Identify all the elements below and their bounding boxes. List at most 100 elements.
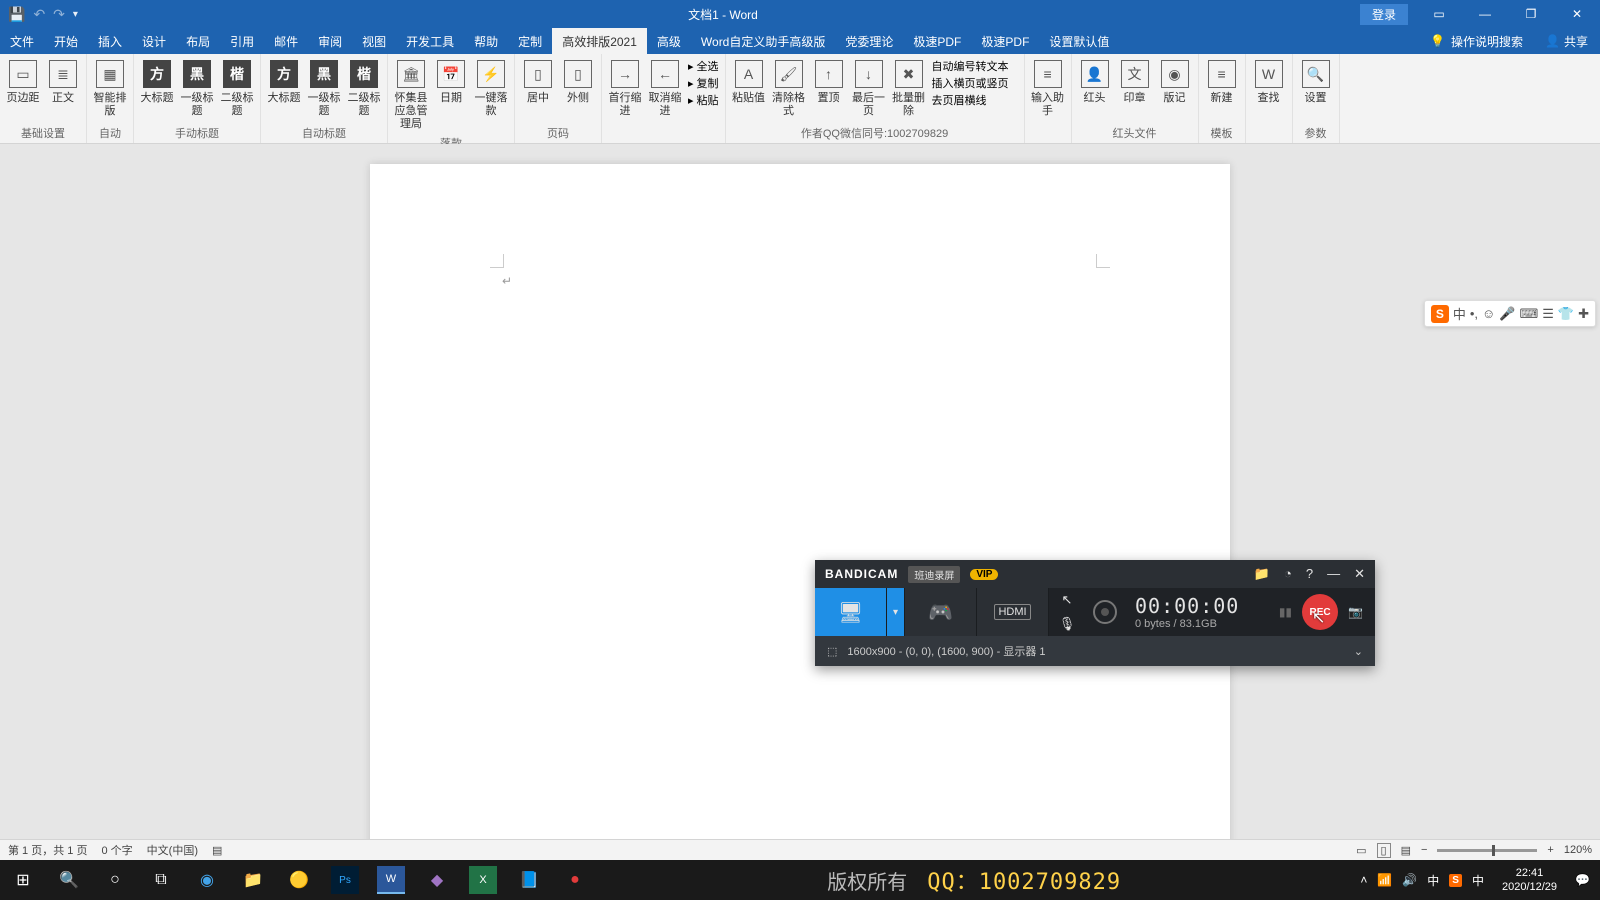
sogou-icon[interactable]: S bbox=[1431, 305, 1449, 323]
page-indicator[interactable]: 第 1 页，共 1 页 bbox=[8, 842, 87, 858]
ribbon-页边距[interactable]: ▭页边距 bbox=[4, 56, 42, 107]
ime-punct-icon[interactable]: •, bbox=[1470, 306, 1478, 321]
tab-18[interactable]: 设置默认值 bbox=[1039, 28, 1119, 54]
language-indicator[interactable]: 中文(中国) bbox=[147, 842, 198, 858]
bandicam-minimize-icon[interactable]: — bbox=[1327, 566, 1340, 582]
wifi-icon[interactable]: 📶 bbox=[1377, 873, 1392, 887]
mic-toggle-icon[interactable]: 🎙 bbox=[1059, 616, 1076, 632]
notifications-icon[interactable]: 💬 bbox=[1575, 873, 1590, 887]
ribbon-设置[interactable]: 🔍设置 bbox=[1297, 56, 1335, 107]
close-icon[interactable]: ✕ bbox=[1554, 0, 1600, 28]
cursor-toggle-icon[interactable]: ↖ bbox=[1062, 592, 1073, 608]
notepad-icon[interactable]: 📘 bbox=[506, 860, 552, 900]
ribbon-正文[interactable]: ≣正文 bbox=[44, 56, 82, 107]
ime-emoji-icon[interactable]: ☺ bbox=[1482, 306, 1495, 321]
ribbon-清除格式[interactable]: 🖌清除格式 bbox=[770, 56, 808, 120]
maximize-icon[interactable]: ❐ bbox=[1508, 0, 1554, 28]
excel-icon[interactable]: X bbox=[469, 866, 497, 894]
ribbon-置顶[interactable]: ↑置顶 bbox=[810, 56, 848, 107]
tell-me-search[interactable]: 💡 操作说明搜索 bbox=[1420, 28, 1533, 54]
ribbon-一级标题[interactable]: 黑一级标题 bbox=[178, 56, 216, 120]
tab-6[interactable]: 邮件 bbox=[264, 28, 308, 54]
ribbon-大标题[interactable]: 方大标题 bbox=[138, 56, 176, 107]
ime-skin-icon[interactable]: 👕 bbox=[1558, 306, 1574, 322]
ribbon-extra-自动编号转文本[interactable]: 自动编号转文本 bbox=[932, 58, 1018, 74]
redo-icon[interactable]: ↷ bbox=[53, 6, 65, 23]
ribbon-查找[interactable]: W查找 bbox=[1250, 56, 1288, 107]
ribbon-输入助手[interactable]: ≡输入助手 bbox=[1029, 56, 1067, 120]
read-mode-icon[interactable]: ▭ bbox=[1356, 844, 1366, 857]
ribbon-大标题[interactable]: 方大标题 bbox=[265, 56, 303, 107]
tab-10[interactable]: 帮助 bbox=[464, 28, 508, 54]
ribbon-版记[interactable]: ◉版记 bbox=[1156, 56, 1194, 107]
clock[interactable]: 22:41 2020/12/29 bbox=[1494, 866, 1565, 894]
tab-17[interactable]: 极速PDF bbox=[971, 28, 1039, 54]
ribbon-取消缩进[interactable]: ←取消缩进 bbox=[646, 56, 684, 120]
zoom-in-icon[interactable]: + bbox=[1547, 844, 1553, 856]
tab-2[interactable]: 插入 bbox=[88, 28, 132, 54]
share-button[interactable]: 👤共享 bbox=[1533, 28, 1600, 54]
ribbon-small-粘贴[interactable]: ▸粘贴 bbox=[688, 92, 719, 108]
tab-13[interactable]: 高级 bbox=[647, 28, 691, 54]
mode-screen-dropdown[interactable]: ▾ bbox=[887, 588, 905, 636]
ime-toolbar[interactable]: S 中 •, ☺ 🎤 ⌨ ☰ 👕 ✚ bbox=[1424, 300, 1596, 327]
sogou-tray-icon[interactable]: S bbox=[1449, 874, 1462, 887]
macro-icon[interactable]: ▤ bbox=[212, 844, 222, 857]
tab-5[interactable]: 引用 bbox=[220, 28, 264, 54]
tab-12[interactable]: 高效排版2021 bbox=[552, 28, 647, 54]
search-icon[interactable]: 🔍 bbox=[46, 860, 92, 900]
edge-icon[interactable]: ◉ bbox=[184, 860, 230, 900]
ime-mode-icon[interactable]: 中 bbox=[1472, 872, 1484, 889]
explorer-icon[interactable]: 📁 bbox=[230, 860, 276, 900]
zoom-slider[interactable] bbox=[1437, 849, 1537, 852]
word-icon[interactable]: W bbox=[377, 866, 405, 894]
mode-game[interactable]: 🎮 bbox=[905, 588, 977, 636]
tab-8[interactable]: 视图 bbox=[352, 28, 396, 54]
ribbon-extra-去页眉横线[interactable]: 去页眉横线 bbox=[932, 92, 1018, 108]
screenshot-icon[interactable]: 📷 bbox=[1348, 605, 1363, 619]
minimize-icon[interactable]: — bbox=[1462, 0, 1508, 28]
ribbon-首行缩进[interactable]: →首行缩进 bbox=[606, 56, 644, 120]
web-layout-icon[interactable]: ▤ bbox=[1401, 844, 1411, 857]
tab-7[interactable]: 审阅 bbox=[308, 28, 352, 54]
ribbon-批量删除[interactable]: ✖批量删除 bbox=[890, 56, 928, 120]
ime-lang[interactable]: 中 bbox=[1453, 304, 1466, 323]
expand-icon[interactable]: ⌄ bbox=[1354, 645, 1363, 658]
zoom-out-icon[interactable]: − bbox=[1421, 844, 1427, 856]
ime-indicator[interactable]: 中 bbox=[1427, 872, 1439, 889]
photoshop-icon[interactable]: Ps bbox=[331, 866, 359, 894]
start-button[interactable]: ⊞ bbox=[0, 860, 46, 900]
webcam-toggle-icon[interactable] bbox=[1093, 600, 1117, 624]
ime-mic-icon[interactable]: 🎤 bbox=[1499, 306, 1515, 322]
page[interactable]: ↵ bbox=[370, 164, 1230, 839]
ribbon-二级标题[interactable]: 楷二级标题 bbox=[218, 56, 256, 120]
login-button[interactable]: 登录 bbox=[1360, 4, 1408, 25]
ribbon-外侧[interactable]: ▯外侧 bbox=[559, 56, 597, 107]
word-count[interactable]: 0 个字 bbox=[101, 842, 132, 858]
system-tray[interactable]: ˄ 📶 🔊 中 S 中 22:41 2020/12/29 💬 bbox=[1350, 866, 1600, 894]
ribbon-居中[interactable]: ▯居中 bbox=[519, 56, 557, 107]
tab-15[interactable]: 党委理论 bbox=[835, 28, 903, 54]
ribbon-日期[interactable]: 📅日期 bbox=[432, 56, 470, 107]
ribbon-small-全选[interactable]: ▸全选 bbox=[688, 58, 719, 74]
ribbon-small-复制[interactable]: ▸复制 bbox=[688, 75, 719, 91]
tray-chevron-icon[interactable]: ˄ bbox=[1360, 873, 1367, 887]
tab-4[interactable]: 布局 bbox=[176, 28, 220, 54]
record-button[interactable]: REC bbox=[1302, 594, 1338, 630]
ribbon-红头[interactable]: 👤红头 bbox=[1076, 56, 1114, 107]
ribbon-extra-插入横页或竖页[interactable]: 插入横页或竖页 bbox=[932, 75, 1018, 91]
bandicam-clock-icon[interactable]: ◔ bbox=[1284, 566, 1292, 582]
undo-icon[interactable]: ↶ bbox=[33, 6, 45, 23]
bandicam-titlebar[interactable]: BANDICAM 班迪录屏 VIP 📁 ◔ ? — ✕ bbox=[815, 560, 1375, 588]
ribbon-一键落款[interactable]: ⚡一键落款 bbox=[472, 56, 510, 120]
mode-screen[interactable]: 🖥 bbox=[815, 588, 887, 636]
pause-icon[interactable]: ▮▮ bbox=[1279, 605, 1292, 619]
visualstudio-icon[interactable]: ◆ bbox=[414, 860, 460, 900]
ribbon-最后一页[interactable]: ↓最后一页 bbox=[850, 56, 888, 120]
bandicam-footer[interactable]: ⬚ 1600x900 - (0, 0), (1600, 900) - 显示器 1… bbox=[815, 636, 1375, 666]
ribbon-一级标题[interactable]: 黑一级标题 bbox=[305, 56, 343, 120]
tab-14[interactable]: Word自定义助手高级版 bbox=[691, 28, 835, 54]
ribbon-options-icon[interactable]: ▭ bbox=[1416, 0, 1462, 28]
ime-menu-icon[interactable]: ☰ bbox=[1542, 306, 1554, 322]
ribbon-粘贴值[interactable]: A粘贴值 bbox=[730, 56, 768, 107]
